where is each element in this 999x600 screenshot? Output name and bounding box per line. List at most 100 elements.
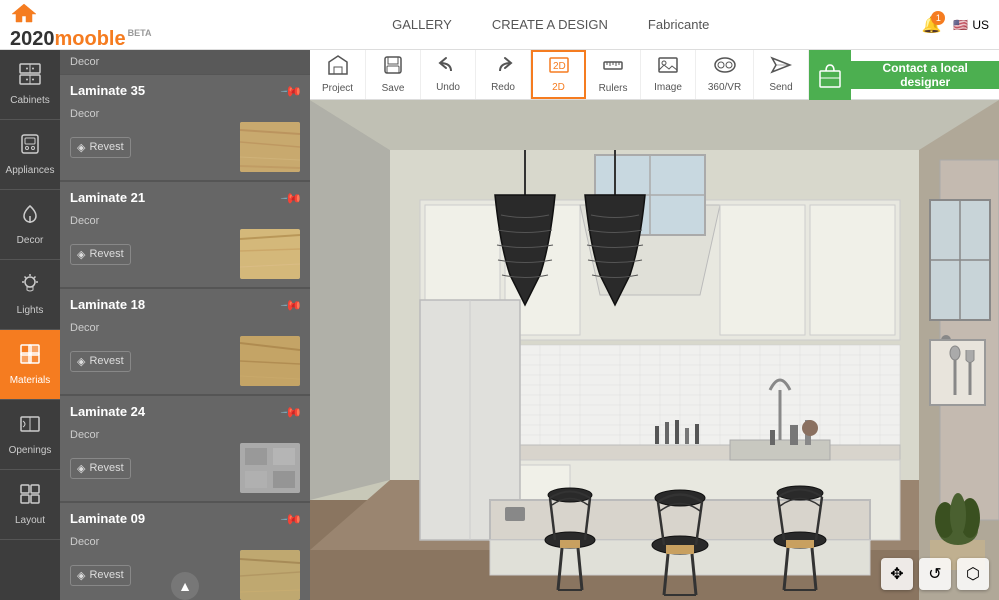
material-item-lam21[interactable]: Laminate 21 📌 Decor ◈ Revest <box>60 182 310 287</box>
tool-save[interactable]: Save <box>366 50 421 99</box>
revest-button-lam35[interactable]: ◈ Revest <box>70 137 131 158</box>
tool-360vr[interactable]: 360/VR <box>696 50 754 99</box>
revest-label-lam24: Revest <box>89 462 123 474</box>
logo-area: 2020moobleBETA <box>0 0 180 51</box>
save-icon <box>383 55 403 80</box>
revest-button-lam24[interactable]: ◈ Revest <box>70 458 131 479</box>
tool-project[interactable]: Project <box>310 50 366 99</box>
sidebar-item-decor[interactable]: Decor <box>0 190 60 260</box>
sidebar-label-openings: Openings <box>9 445 52 457</box>
sidebar-item-appliances[interactable]: Appliances <box>0 120 60 190</box>
tool-send[interactable]: Send <box>754 50 809 99</box>
openings-icon <box>19 413 41 441</box>
revest-label-lam21: Revest <box>89 248 123 260</box>
material-thumb-lam24 <box>240 443 300 493</box>
project-label: Project <box>322 83 353 94</box>
material-item-lam35[interactable]: Laminate 35 📌 Decor ◈ Revest <box>60 75 310 180</box>
svg-text:2D: 2D <box>553 61 566 72</box>
sidebar-item-lights[interactable]: Lights <box>0 260 60 330</box>
pin-icon-lam09[interactable]: 📌 <box>279 507 303 531</box>
sidebar: Cabinets Appliances Decor <box>0 50 60 600</box>
nav-links: GALLERY CREATE A DESIGN Fabricante <box>180 17 921 32</box>
revest-icon-lam24: ◈ <box>77 462 85 475</box>
material-item-lam24[interactable]: Laminate 24 📌 Decor ◈ Revest <box>60 396 310 501</box>
refresh-control-button[interactable]: ↺ <box>919 558 951 590</box>
revest-button-lam09[interactable]: ◈ Revest <box>70 565 131 586</box>
redo-icon <box>492 56 514 79</box>
kitchen-scene <box>310 100 999 600</box>
sidebar-item-materials[interactable]: Materials <box>0 330 60 400</box>
project-icon <box>327 55 349 80</box>
tool-2d[interactable]: 2D 2D <box>531 50 586 99</box>
revest-icon-lam21: ◈ <box>77 248 85 261</box>
image-label: Image <box>654 82 682 93</box>
nav-gallery[interactable]: GALLERY <box>392 17 452 32</box>
sidebar-item-openings[interactable]: Openings <box>0 400 60 470</box>
material-row-lam18: ◈ Revest <box>70 336 300 386</box>
revest-button-lam18[interactable]: ◈ Revest <box>70 351 131 372</box>
material-thumb-lam35 <box>240 122 300 172</box>
material-category-lam09: Decor <box>70 536 99 548</box>
360vr-label: 360/VR <box>708 82 741 93</box>
material-category-lam18: Decor <box>70 322 99 334</box>
material-item-lam18[interactable]: Laminate 18 📌 Decor ◈ Revest <box>60 289 310 394</box>
2d-label: 2D <box>552 82 565 93</box>
pin-icon-lam18[interactable]: 📌 <box>279 293 303 317</box>
redo-label: Redo <box>491 82 515 93</box>
revest-label-lam35: Revest <box>89 141 123 153</box>
logo: 2020moobleBETA <box>10 0 170 51</box>
revest-icon-lam35: ◈ <box>77 141 85 154</box>
sidebar-label-materials: Materials <box>10 375 51 387</box>
rulers-icon <box>602 55 624 80</box>
pin-icon-lam35[interactable]: 📌 <box>279 79 303 103</box>
refresh-icon: ↺ <box>928 564 941 584</box>
tool-image[interactable]: Image <box>641 50 696 99</box>
cube-control-button[interactable]: ⬡ <box>957 558 989 590</box>
notifications-badge: 1 <box>931 11 945 25</box>
store-icon-button[interactable] <box>809 50 851 100</box>
material-name-lam24: Laminate 24 <box>70 404 145 419</box>
move-icon: ✥ <box>890 564 903 584</box>
tool-rulers[interactable]: Rulers <box>586 50 641 99</box>
sidebar-item-layout[interactable]: Layout <box>0 470 60 540</box>
locale-button[interactable]: 🇺🇸 US <box>953 18 989 32</box>
rulers-label: Rulers <box>599 83 628 94</box>
nav-create[interactable]: CREATE A DESIGN <box>492 17 608 32</box>
material-header-lam24: Laminate 24 📌 <box>70 404 300 421</box>
cabinets-icon <box>19 63 41 91</box>
pin-icon-lam24[interactable]: 📌 <box>279 400 303 424</box>
contact-designer-button[interactable]: Contact a local designer <box>851 61 999 89</box>
header: 2020moobleBETA GALLERY CREATE A DESIGN F… <box>0 0 999 50</box>
main-layout: Cabinets Appliances Decor <box>0 50 999 600</box>
undo-label: Undo <box>436 82 460 93</box>
material-row-lam21: ◈ Revest <box>70 229 300 279</box>
contact-designer-label: Contact a local designer <box>866 61 984 89</box>
material-name-lam35: Laminate 35 <box>70 83 145 98</box>
materials-icon <box>19 343 41 371</box>
header-right: 🔔 1 🇺🇸 US <box>921 15 999 35</box>
pin-icon-lam21[interactable]: 📌 <box>279 186 303 210</box>
beta-label: BETA <box>128 28 152 38</box>
logo-part2: mooble <box>55 28 126 50</box>
tool-redo[interactable]: Redo <box>476 50 531 99</box>
sidebar-label-lights: Lights <box>17 305 44 317</box>
material-header-lam09: Laminate 09 📌 <box>70 511 300 528</box>
notifications-button[interactable]: 🔔 1 <box>921 15 941 35</box>
tool-undo[interactable]: Undo <box>421 50 476 99</box>
undo-icon <box>437 56 459 79</box>
360vr-icon <box>713 56 737 79</box>
locale-label: US <box>972 18 989 32</box>
scroll-up-icon: ▲ <box>178 578 192 594</box>
nav-fabricante[interactable]: Fabricante <box>648 17 709 32</box>
material-thumb-lam09 <box>240 550 300 600</box>
material-category-lam35: Decor <box>70 108 99 120</box>
scroll-up-button[interactable]: ▲ <box>171 572 199 600</box>
material-name-lam21: Laminate 21 <box>70 190 145 205</box>
material-thumb-lam21 <box>240 229 300 279</box>
revest-button-lam21[interactable]: ◈ Revest <box>70 244 131 265</box>
sidebar-item-cabinets[interactable]: Cabinets <box>0 50 60 120</box>
image-icon <box>657 56 679 79</box>
move-control-button[interactable]: ✥ <box>881 558 913 590</box>
material-thumb-lam18 <box>240 336 300 386</box>
flag-icon: 🇺🇸 <box>953 18 968 32</box>
